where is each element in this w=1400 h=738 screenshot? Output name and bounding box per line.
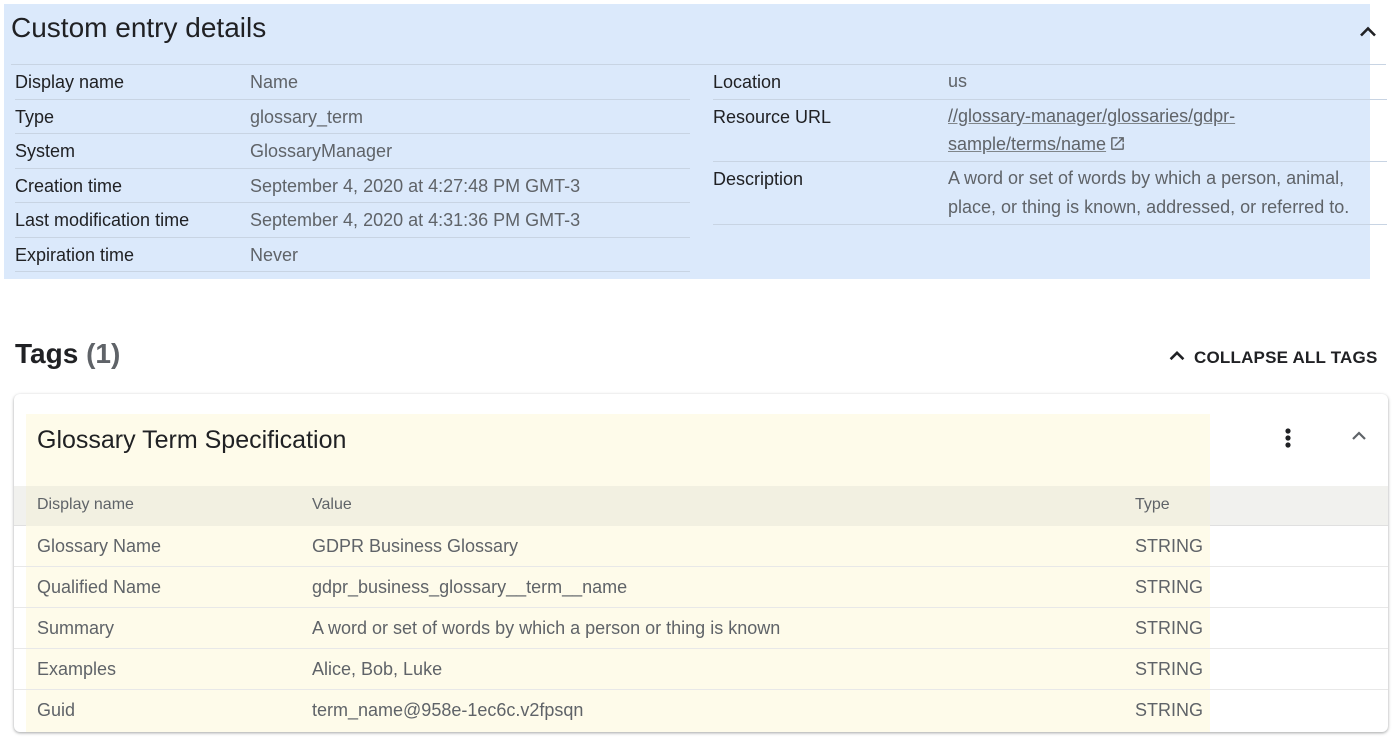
cell-display-name: Glossary Name xyxy=(37,536,162,556)
field-value: Never xyxy=(250,244,299,265)
description-line: A word or set of words by which a person… xyxy=(948,168,1345,188)
field-location: Location us xyxy=(713,65,1387,100)
table-row: Glossary Name GDPR Business Glossary STR… xyxy=(14,526,1388,567)
table-row: Examples Alice, Bob, Luke STRING xyxy=(14,649,1388,690)
cell-type: STRING xyxy=(1135,659,1204,679)
field-value: glossary_term xyxy=(250,106,364,127)
cell-display-name: Guid xyxy=(37,700,76,720)
cell-type: STRING xyxy=(1135,577,1204,597)
collapse-all-tags-button[interactable]: COLLAPSE ALL TAGS xyxy=(1166,346,1377,370)
field-value: us xyxy=(948,71,968,91)
cell-value: GDPR Business Glossary xyxy=(312,536,519,556)
cell-value: term_name@958e-1ec6c.v2fpsqn xyxy=(312,700,584,720)
column-header-type[interactable]: Type xyxy=(1135,496,1170,514)
field-value: Name xyxy=(250,72,299,92)
field-value: GlossaryManager xyxy=(250,141,393,161)
cell-display-name: Examples xyxy=(37,659,117,679)
more-vert-icon[interactable] xyxy=(1278,426,1298,450)
cell-type: STRING xyxy=(1135,700,1204,720)
collapse-all-tags-label: COLLAPSE ALL TAGS xyxy=(1194,348,1378,367)
chevron-up-icon xyxy=(1166,345,1188,372)
field-display-name: Display name Name xyxy=(15,65,690,100)
field-value: September 4, 2020 at 4:27:48 PM GMT-3 xyxy=(250,175,581,196)
custom-entry-details-title: Custom entry details xyxy=(11,12,267,43)
field-label: Location xyxy=(713,72,782,92)
cell-type: STRING xyxy=(1135,618,1204,638)
chevron-up-icon[interactable] xyxy=(1347,424,1371,448)
tags-heading: Tags (1) xyxy=(15,338,120,370)
field-label: Display name xyxy=(15,72,125,92)
field-last-modification-time: Last modification time September 4, 2020… xyxy=(15,203,690,238)
field-system: System GlossaryManager xyxy=(15,134,690,169)
field-type: Type glossary_term xyxy=(15,100,690,134)
field-description: Description A word or set of words by wh… xyxy=(713,162,1387,225)
tag-card: Glossary Term Specification Display name… xyxy=(14,394,1388,732)
cell-value: gdpr_business_glossary__term__name xyxy=(312,577,628,597)
cell-display-name: Qualified Name xyxy=(37,577,162,597)
field-label: Expiration time xyxy=(15,244,135,265)
field-value: September 4, 2020 at 4:31:36 PM GMT-3 xyxy=(250,210,581,230)
cell-type: STRING xyxy=(1135,536,1204,556)
table-header: Display name Value Type xyxy=(14,486,1388,526)
cell-value: Alice, Bob, Luke xyxy=(312,659,443,679)
tags-title: Tags xyxy=(15,338,79,369)
chevron-up-icon[interactable] xyxy=(1356,20,1380,44)
resource-url-link[interactable]: //glossary-manager/glossaries/gdpr- xyxy=(948,106,1235,126)
tags-count: (1) xyxy=(86,338,121,369)
cell-display-name: Summary xyxy=(37,618,115,638)
table-row: Guid term_name@958e-1ec6c.v2fpsqn STRING xyxy=(14,690,1388,731)
field-label: System xyxy=(15,141,76,161)
field-value: A word or set of words by which a person… xyxy=(948,164,1349,221)
column-header-value[interactable]: Value xyxy=(312,496,352,514)
cell-value: A word or set of words by which a person… xyxy=(312,618,781,638)
field-label: Last modification time xyxy=(15,210,190,230)
field-value: //glossary-manager/glossaries/gdpr- samp… xyxy=(948,102,1235,161)
resource-url-link[interactable]: sample/terms/name xyxy=(948,134,1106,154)
field-expiration-time: Expiration time Never xyxy=(15,238,690,272)
open-in-new-icon[interactable] xyxy=(1109,132,1126,161)
field-label: Creation time xyxy=(15,175,123,196)
field-label: Description xyxy=(713,169,804,189)
header-highlight xyxy=(26,486,1210,526)
field-creation-time: Creation time September 4, 2020 at 4:27:… xyxy=(15,169,690,203)
description-line: place, or thing is known, addressed, or … xyxy=(948,196,1350,217)
table-row: Summary A word or set of words by which … xyxy=(14,608,1388,649)
tag-template-title: Glossary Term Specification xyxy=(37,426,347,454)
field-label: Resource URL xyxy=(713,106,832,127)
column-header-display-name[interactable]: Display name xyxy=(37,496,134,514)
table-row: Qualified Name gdpr_business_glossary__t… xyxy=(14,567,1388,608)
field-label: Type xyxy=(15,106,55,127)
field-resource-url: Resource URL //glossary-manager/glossari… xyxy=(713,100,1387,162)
